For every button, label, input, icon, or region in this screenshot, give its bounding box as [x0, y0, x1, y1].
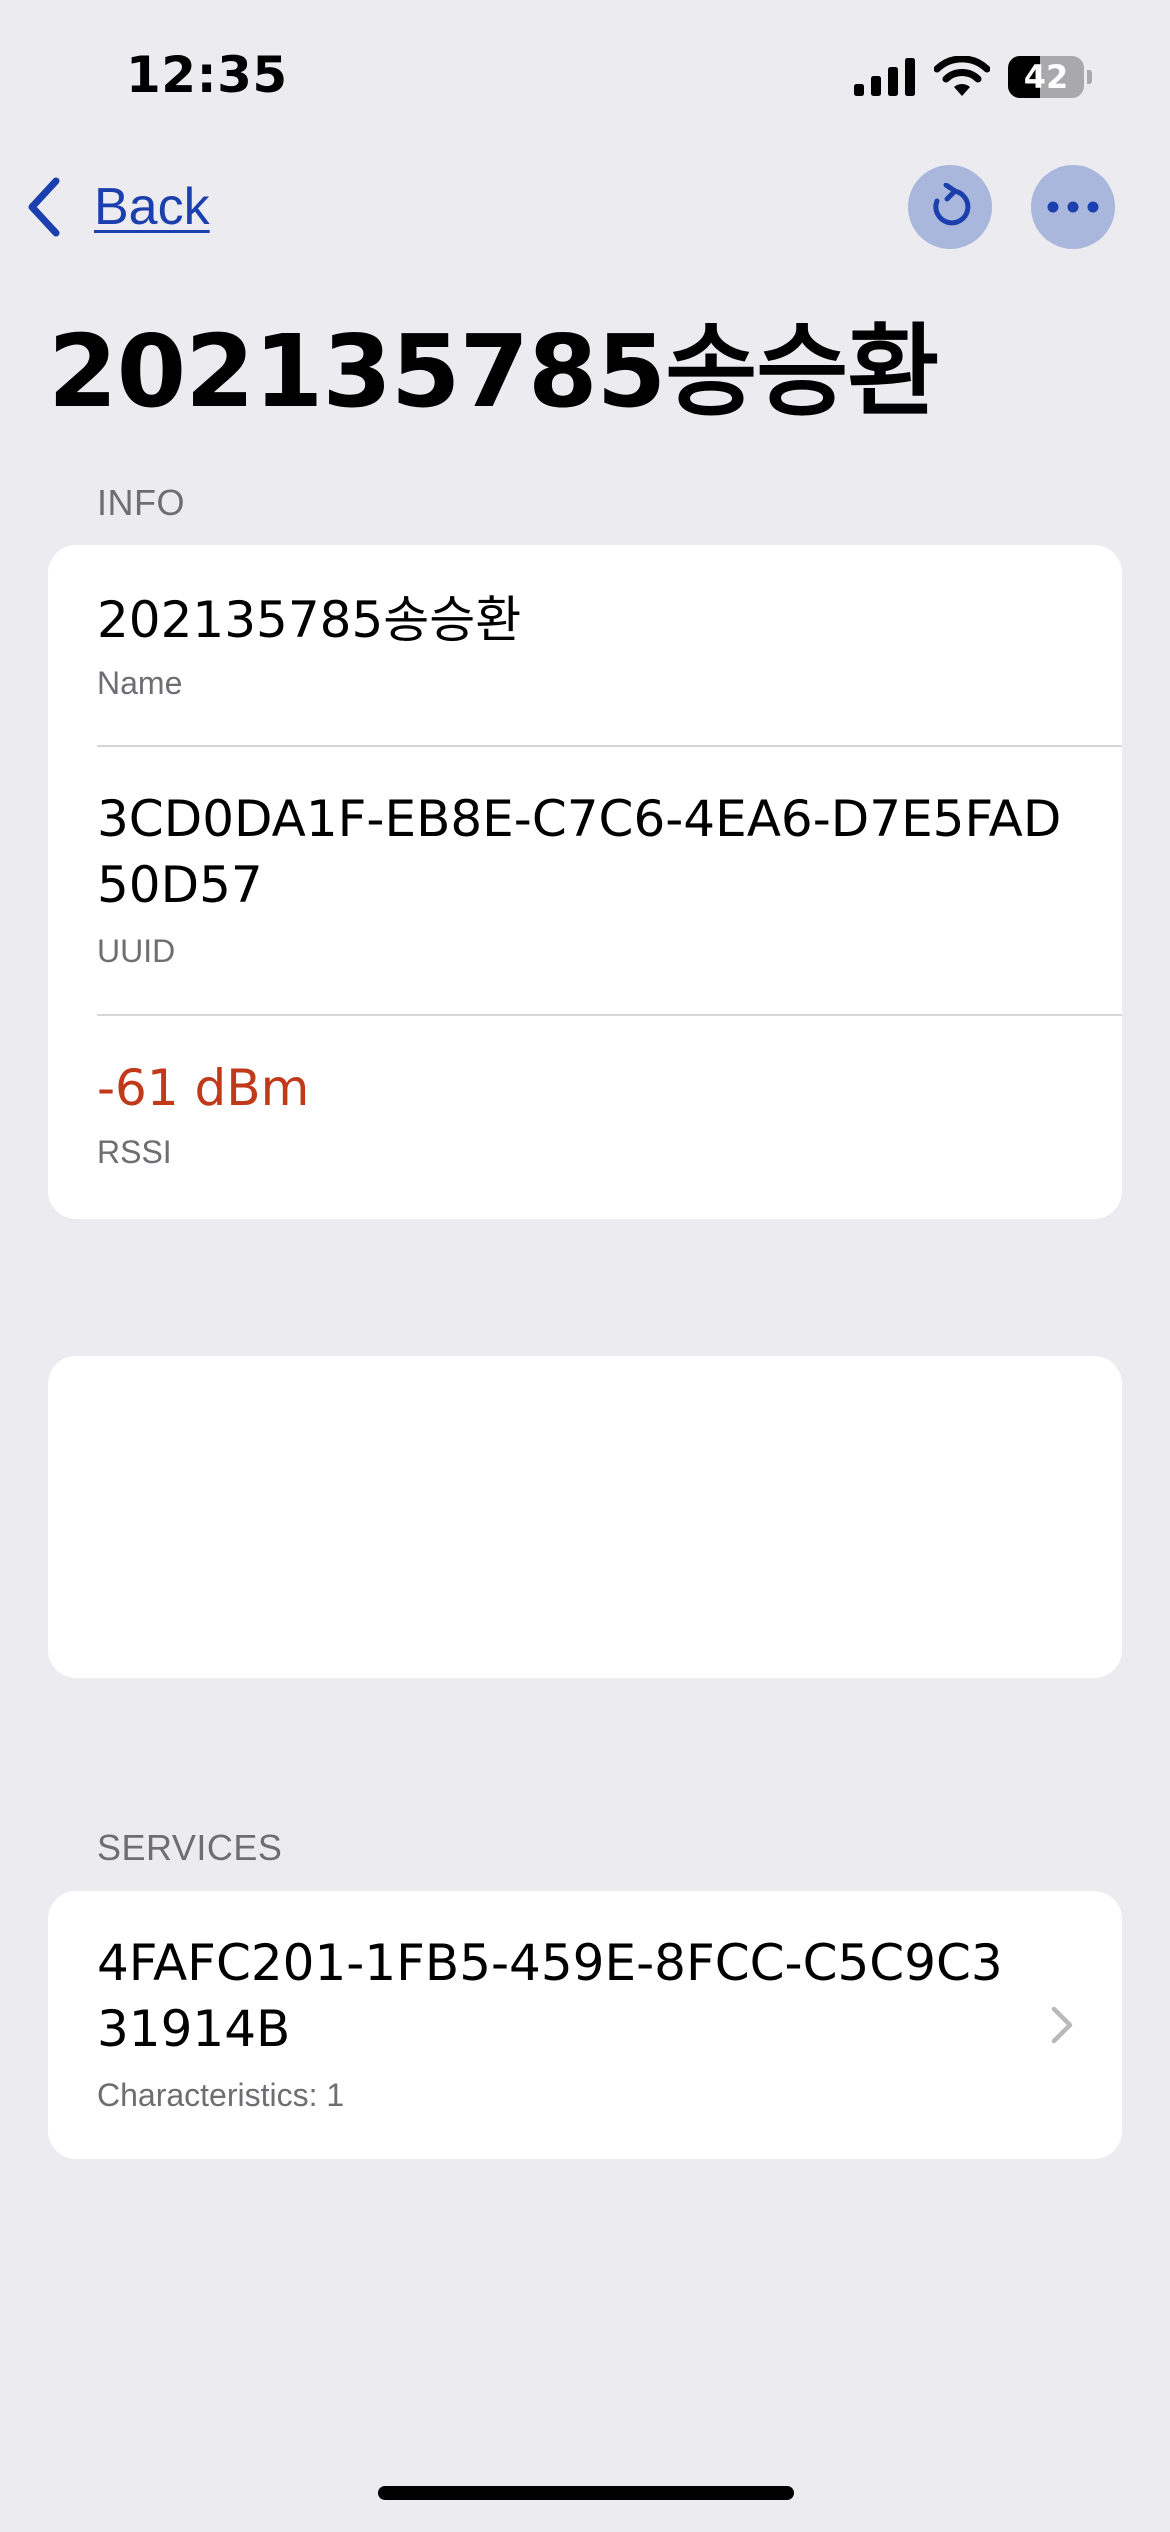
- info-section-header: INFO: [97, 482, 185, 523]
- back-button[interactable]: Back: [24, 170, 210, 244]
- service-uuid-line1: 4FAFC201-1FB5-459E-8FCC-C5C9C3: [97, 1934, 1003, 1992]
- more-button[interactable]: [1031, 165, 1115, 249]
- uuid-row[interactable]: 3CD0DA1F-EB8E-C7C6-4EA6-D7E5FAD 50D57 UU…: [48, 747, 1122, 1015]
- rssi-value: -61 dBm: [97, 1059, 310, 1117]
- page-title: 202135785송승환: [48, 313, 939, 430]
- device-name-value: 202135785송승환: [97, 591, 522, 649]
- service-uuid-line2: 31914B: [97, 2000, 291, 2058]
- name-row[interactable]: 202135785송승환 Name: [48, 545, 1122, 747]
- status-time: 12:35: [126, 46, 288, 104]
- back-label: Back: [94, 178, 210, 236]
- uuid-value-line2: 50D57: [97, 856, 263, 914]
- refresh-icon: [933, 183, 971, 226]
- info-card: 202135785송승환 Name 3CD0DA1F-EB8E-C7C6-4EA…: [48, 545, 1122, 1219]
- name-label: Name: [97, 665, 183, 701]
- cellular-signal-icon: [854, 58, 915, 96]
- services-section-header: SERVICES: [97, 1827, 283, 1868]
- ellipsis-icon: [1047, 201, 1099, 213]
- empty-card: [48, 1356, 1122, 1678]
- rssi-label: RSSI: [97, 1134, 172, 1170]
- service-characteristics-count: Characteristics: 1: [97, 2077, 345, 2113]
- refresh-button[interactable]: [908, 165, 992, 249]
- battery-percentage: 42: [1023, 58, 1069, 96]
- services-card: 4FAFC201-1FB5-459E-8FCC-C5C9C3 31914B Ch…: [48, 1891, 1122, 2159]
- battery-icon: 42: [1008, 56, 1092, 98]
- wifi-icon: [934, 56, 990, 96]
- chevron-left-icon: [28, 177, 60, 237]
- uuid-value-line1: 3CD0DA1F-EB8E-C7C6-4EA6-D7E5FAD: [97, 790, 1062, 848]
- service-row[interactable]: 4FAFC201-1FB5-459E-8FCC-C5C9C3 31914B Ch…: [48, 1891, 1122, 2159]
- home-indicator[interactable]: [378, 2486, 794, 2500]
- chevron-right-icon: [1051, 2006, 1073, 2044]
- rssi-row[interactable]: -61 dBm RSSI: [48, 1016, 1122, 1219]
- uuid-label: UUID: [97, 933, 176, 969]
